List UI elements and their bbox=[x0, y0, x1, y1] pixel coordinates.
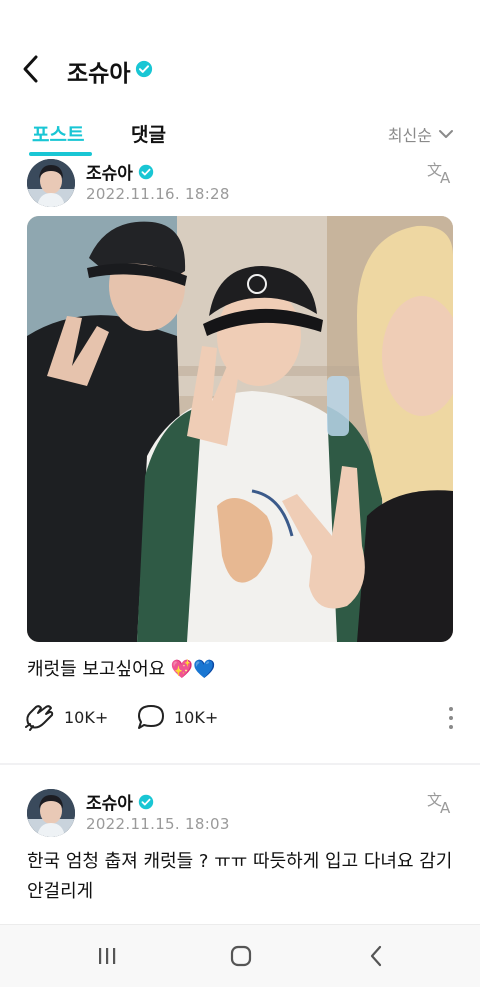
chevron-down-icon bbox=[439, 130, 453, 138]
post-photo[interactable] bbox=[27, 216, 453, 642]
comment-button[interactable]: 10K+ bbox=[136, 703, 218, 731]
more-vertical-icon[interactable] bbox=[448, 707, 454, 729]
svg-text:A: A bbox=[440, 169, 451, 187]
cheer-icon bbox=[25, 705, 54, 731]
back-icon[interactable] bbox=[364, 943, 390, 969]
verified-badge-icon bbox=[138, 794, 154, 809]
post-text: 한국 엄청 춥져 캐럿들 ? ㅠㅠ 따듯하게 입고 다녀요 감기 안걸리게 bbox=[27, 851, 453, 902]
verified-badge-icon bbox=[135, 60, 153, 78]
post-divider bbox=[0, 763, 480, 765]
cheer-button[interactable]: 10K+ bbox=[24, 703, 108, 731]
page-title: 조슈아 bbox=[67, 61, 131, 87]
tab-bar: 포스트 댓글 최신순 bbox=[0, 112, 480, 160]
back-button[interactable] bbox=[18, 52, 46, 86]
sort-label: 최신순 bbox=[387, 126, 432, 145]
system-navigation-bar bbox=[0, 924, 480, 987]
chevron-left-icon bbox=[23, 55, 38, 83]
post-author[interactable]: 조슈아 bbox=[86, 159, 154, 184]
post-text: 캐럿들 보고싶어요 💖💙 bbox=[27, 659, 216, 680]
translate-icon[interactable]: 文 A bbox=[426, 787, 456, 817]
avatar[interactable] bbox=[27, 159, 75, 207]
comment-count: 10K+ bbox=[174, 707, 219, 727]
author-name: 조슈아 bbox=[86, 164, 133, 184]
recent-apps-icon[interactable] bbox=[94, 943, 120, 969]
post-date: 2022.11.15. 18:03 bbox=[86, 815, 230, 833]
post-actions: 10K+ 10K+ bbox=[24, 703, 460, 733]
tab-posts[interactable]: 포스트 bbox=[32, 120, 84, 147]
active-tab-indicator bbox=[29, 152, 92, 156]
home-icon[interactable] bbox=[228, 943, 254, 969]
tab-comments[interactable]: 댓글 bbox=[131, 120, 166, 147]
cheer-count: 10K+ bbox=[64, 707, 109, 727]
post-author[interactable]: 조슈아 bbox=[86, 789, 154, 814]
translate-icon[interactable]: 文 A bbox=[426, 157, 456, 187]
sort-dropdown[interactable]: 최신순 bbox=[388, 122, 454, 146]
comment-bubble-icon bbox=[138, 705, 164, 729]
post-date: 2022.11.16. 18:28 bbox=[86, 185, 230, 203]
verified-badge-icon bbox=[138, 164, 154, 179]
author-name: 조슈아 bbox=[86, 794, 133, 814]
svg-text:A: A bbox=[440, 799, 451, 817]
avatar[interactable] bbox=[27, 789, 75, 837]
app-header: 조슈아 bbox=[0, 0, 480, 110]
